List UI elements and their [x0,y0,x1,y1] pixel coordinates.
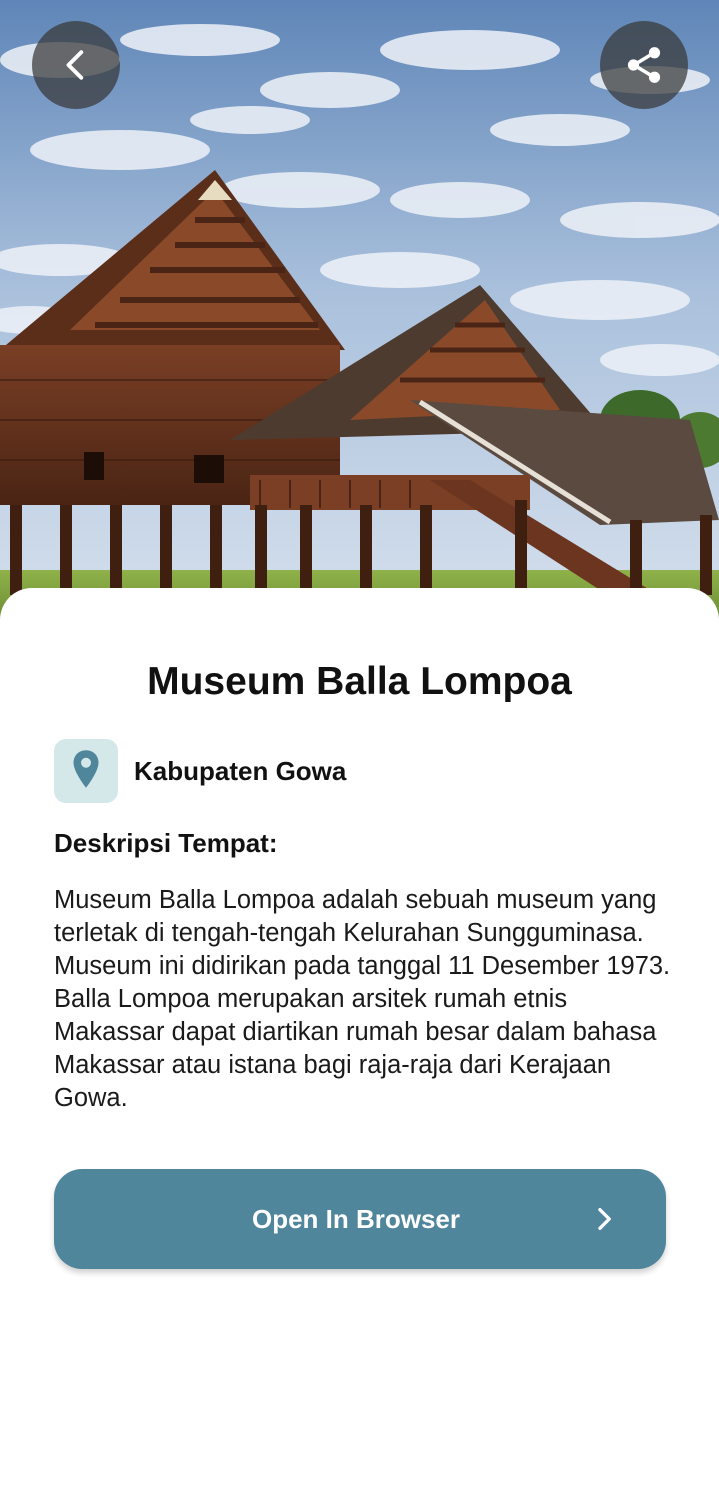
description-text: Museum Balla Lompoa adalah sebuah museum… [54,886,671,1112]
map-pin-icon [71,749,101,794]
back-button[interactable] [32,21,120,109]
chevron-right-icon [590,1205,618,1233]
location-badge [54,739,118,803]
description-heading: Deskripsi Tempat: [54,828,278,858]
hero-image [0,0,719,640]
chevron-left-icon [58,47,94,83]
share-button[interactable] [600,21,688,109]
share-icon [623,44,665,86]
place-title: Museum Balla Lompoa [147,660,572,703]
place-detail-screen: Museum Balla Lompoa Kabupaten Gowa Deskr… [0,0,719,1489]
open-in-browser-label: Open In Browser [251,1204,461,1234]
open-in-browser-button[interactable]: Open In Browser [54,1169,666,1269]
details-sheet: Museum Balla Lompoa Kabupaten Gowa Deskr… [0,588,719,1489]
location-label: Kabupaten Gowa [134,756,347,786]
